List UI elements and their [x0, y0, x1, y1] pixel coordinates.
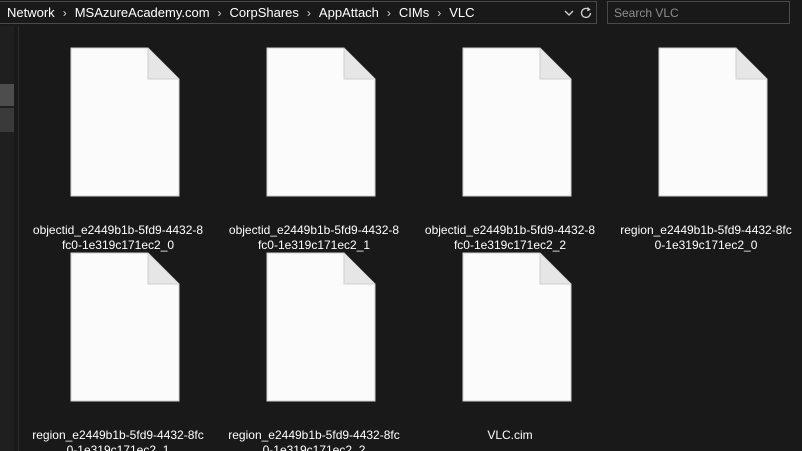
file-name: region_e2449b1b-5fd9-4432-8fc 0-1e319c171… [228, 428, 400, 451]
file-item[interactable]: VLC.cim [412, 231, 608, 446]
file-item[interactable]: objectid_e2449b1b-5fd9-4432-8 fc0-1e319c1… [20, 26, 216, 252]
chevron-down-icon[interactable] [562, 6, 576, 20]
breadcrumb-network[interactable]: Network [6, 5, 56, 20]
chevron-right-icon[interactable]: › [380, 6, 398, 20]
file-item[interactable]: region_e2449b1b-5fd9-4432-8fc 0-1e319c171… [608, 26, 802, 252]
refresh-icon[interactable] [578, 5, 594, 21]
file-item[interactable]: region_e2449b1b-5fd9-4432-8fc 0-1e319c171… [216, 231, 412, 451]
chevron-right-icon[interactable]: › [430, 6, 448, 20]
file-item[interactable]: region_e2449b1b-5fd9-4432-8fc 0-1e319c171… [20, 231, 216, 451]
file-list: objectid_e2449b1b-5fd9-4432-8 fc0-1e319c1… [20, 26, 802, 451]
file-name: region_e2449b1b-5fd9-4432-8fc 0-1e319c171… [620, 223, 792, 252]
search-box[interactable] [607, 1, 790, 24]
chevron-right-icon[interactable]: › [56, 6, 74, 20]
breadcrumb-vlc[interactable]: VLC [448, 5, 475, 20]
chevron-right-icon[interactable]: › [300, 6, 318, 20]
address-bar[interactable]: Network › MSAzureAcademy.com › CorpShare… [0, 1, 597, 24]
search-input[interactable] [608, 4, 776, 21]
nav-scroll-thumb[interactable] [0, 84, 14, 106]
breadcrumb-appattach[interactable]: AppAttach [318, 5, 380, 20]
file-item[interactable]: objectid_e2449b1b-5fd9-4432-8 fc0-1e319c1… [216, 26, 412, 252]
blank-file-icon [266, 252, 376, 402]
file-name: region_e2449b1b-5fd9-4432-8fc 0-1e319c171… [32, 428, 204, 451]
breadcrumb-domain[interactable]: MSAzureAcademy.com [74, 5, 211, 20]
file-explorer-window: Network › MSAzureAcademy.com › CorpShare… [0, 0, 802, 451]
toolbar: Network › MSAzureAcademy.com › CorpShare… [0, 0, 802, 26]
blank-file-icon [462, 47, 572, 197]
blank-file-icon [70, 47, 180, 197]
nav-selected-item[interactable] [0, 108, 14, 132]
blank-file-icon [266, 47, 376, 197]
breadcrumb-corpshares[interactable]: CorpShares [229, 5, 300, 20]
blank-file-icon [70, 252, 180, 402]
file-name: VLC.cim [487, 428, 533, 442]
blank-file-icon [462, 252, 572, 402]
blank-file-icon [658, 47, 768, 197]
chevron-right-icon[interactable]: › [211, 6, 229, 20]
breadcrumb-cims[interactable]: CIMs [398, 5, 430, 20]
file-item[interactable]: objectid_e2449b1b-5fd9-4432-8 fc0-1e319c1… [412, 26, 608, 252]
breadcrumb: Network › MSAzureAcademy.com › CorpShare… [0, 2, 476, 23]
